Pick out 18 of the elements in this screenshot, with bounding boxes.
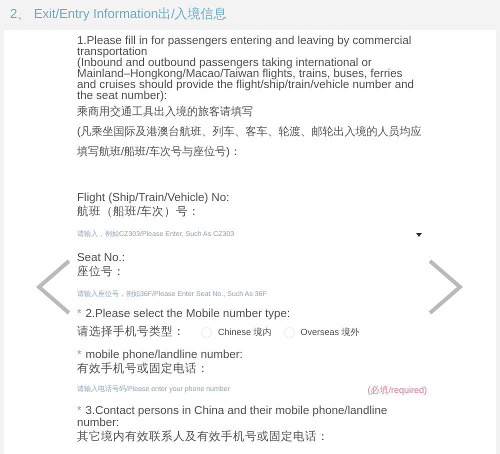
caret-icon [416, 233, 422, 237]
field-label: Seat No.: [77, 252, 126, 264]
radio-option[interactable]: Chinese 境内 [201, 326, 272, 340]
field-label: 请选择手机号类型： [77, 324, 185, 340]
intro-text: 乘商用交通工具出入境的旅客请填写 [77, 104, 254, 120]
field-label: 其它境内有效联系人及有效手机号或固定电话： [77, 431, 330, 444]
radio-option[interactable]: Overseas 境外 [284, 326, 360, 340]
field-label: * 2.Please select the Mobile number type: [77, 308, 292, 320]
section-heading: 2、 Exit/Entry Information出/入境信息 [9, 5, 228, 23]
field-label: 航班（船班/车次）号： [77, 206, 202, 218]
intro-text: 1.Please fill in for passengers entering and leaving by commercial transportation (Inbound and outbound passengers taking international or Mainland–Hongkong/Macao/Taiwan flights, trains, buses, ferries and cruises should provide the flight/ship/train/vehicle number and the seat number): [77, 36, 415, 102]
field-label: * mobile phone/landline number: [77, 349, 244, 362]
intro-text: (凡乘坐国际及港澳台航班、列车、客车、轮渡、邮轮出入境的人员均应填写航班/船班/车次号与座位号)： [77, 124, 423, 160]
required-note: (必填/required) [367, 384, 427, 397]
field-label: Flight (Ship/Train/Vehicle) No: [77, 192, 230, 204]
field-label: * 3.Contact persons in China and their mobile phone/landline number: [77, 405, 388, 430]
field-label: 有效手机号或固定电话： [77, 363, 210, 376]
field-label: 座位号： [77, 266, 126, 278]
